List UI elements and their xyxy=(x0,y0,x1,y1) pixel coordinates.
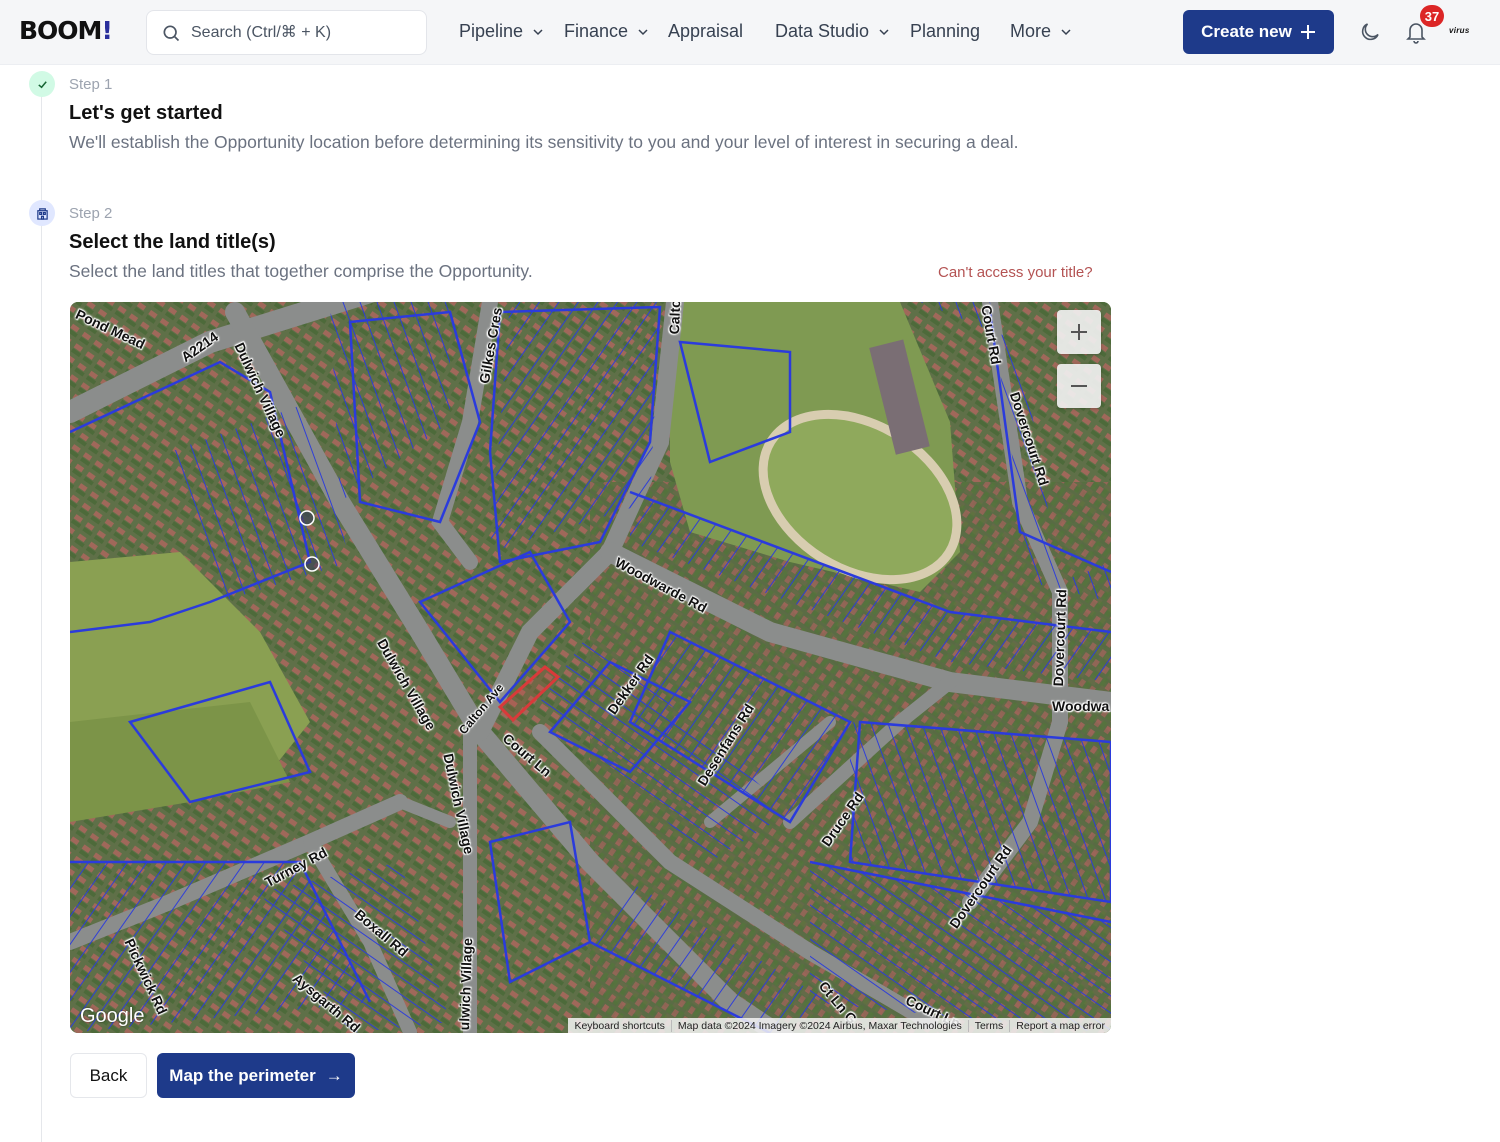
create-new-button[interactable]: Create new xyxy=(1183,10,1334,54)
google-logo: Google xyxy=(80,1005,145,1027)
step-1-description: We'll establish the Opportunity location… xyxy=(69,132,1019,152)
map-attribution: Keyboard shortcuts Map data ©2024 Imager… xyxy=(568,1018,1111,1033)
logo-text: BOOM xyxy=(19,16,102,45)
road-label: ulwich Village xyxy=(456,937,476,1031)
step-1-label: Step 1 xyxy=(69,76,113,93)
bus-stop-icon[interactable] xyxy=(304,556,320,572)
back-button[interactable]: Back xyxy=(70,1053,147,1098)
chevron-down-icon xyxy=(1061,28,1071,35)
land-title-map[interactable]: Pond Mead A2214 Dulwich Village Gilkes C… xyxy=(70,302,1111,1033)
nav-label: More xyxy=(1010,21,1052,41)
report-map-error-link[interactable]: Report a map error xyxy=(1010,1020,1111,1032)
keyboard-shortcuts-link[interactable]: Keyboard shortcuts xyxy=(568,1019,672,1032)
road-label: Dovercourt Rd xyxy=(1050,588,1070,687)
arrow-right-icon: → xyxy=(325,1065,343,1085)
nav-planning[interactable]: Planning xyxy=(910,21,980,42)
nav-finance[interactable]: Finance xyxy=(564,21,649,42)
nav-label: Planning xyxy=(910,21,981,41)
plus-icon xyxy=(1071,324,1087,340)
map-the-perimeter-button[interactable]: Map the perimeter → xyxy=(157,1053,355,1098)
map-the-perimeter-label: Map the perimeter xyxy=(169,1065,316,1085)
bus-stop-icon[interactable] xyxy=(299,510,315,526)
search-icon xyxy=(163,25,180,41)
organization-logo[interactable]: virus xyxy=(1449,26,1470,35)
check-icon xyxy=(37,80,47,88)
road-label: Woodwa xyxy=(1052,698,1110,714)
step-2-title: Select the land title(s) xyxy=(69,231,276,253)
nav-label: Finance xyxy=(564,21,629,41)
search-box[interactable] xyxy=(146,10,427,55)
step-1-title: Let's get started xyxy=(69,102,223,124)
chevron-down-icon xyxy=(638,28,648,35)
chevron-down-icon xyxy=(879,28,889,35)
chevron-down-icon xyxy=(533,28,543,35)
plus-icon xyxy=(1300,25,1315,39)
road-label: Calton Ave xyxy=(666,302,685,335)
nav-pipeline[interactable]: Pipeline xyxy=(459,21,544,42)
logo-mark: ! xyxy=(101,16,112,45)
nav-appraisal[interactable]: Appraisal xyxy=(668,21,743,42)
step-1-status xyxy=(29,71,55,97)
create-new-label: Create new xyxy=(1201,22,1292,41)
map-zoom-in-button[interactable] xyxy=(1057,310,1101,354)
map-data-credit: Map data ©2024 Imagery ©2024 Airbus, Max… xyxy=(672,1019,969,1032)
step-2-status xyxy=(29,200,55,226)
nav-label: Pipeline xyxy=(459,21,524,41)
step-rail xyxy=(41,96,42,1142)
notification-count-badge[interactable]: 37 xyxy=(1420,5,1444,27)
nav-more[interactable]: More xyxy=(1010,21,1072,42)
step-2-description: Select the land titles that together com… xyxy=(69,261,533,281)
nav-label: Data Studio xyxy=(775,21,870,41)
building-icon xyxy=(36,207,48,220)
search-input[interactable] xyxy=(191,23,411,42)
map-zoom-out-button[interactable] xyxy=(1057,364,1101,408)
moon-icon[interactable] xyxy=(1358,20,1382,44)
app-logo[interactable]: BOOM! xyxy=(19,16,113,45)
nav-label: Appraisal xyxy=(668,21,744,41)
nav-data-studio[interactable]: Data Studio xyxy=(775,21,890,42)
cant-access-title-link[interactable]: Can't access your title? xyxy=(938,264,1093,281)
minus-icon xyxy=(1071,385,1087,387)
terms-link[interactable]: Terms xyxy=(969,1019,1011,1032)
step-2-label: Step 2 xyxy=(69,205,113,222)
top-nav-bar: BOOM! Pipeline Finance Appraisal Data St… xyxy=(0,0,1500,65)
